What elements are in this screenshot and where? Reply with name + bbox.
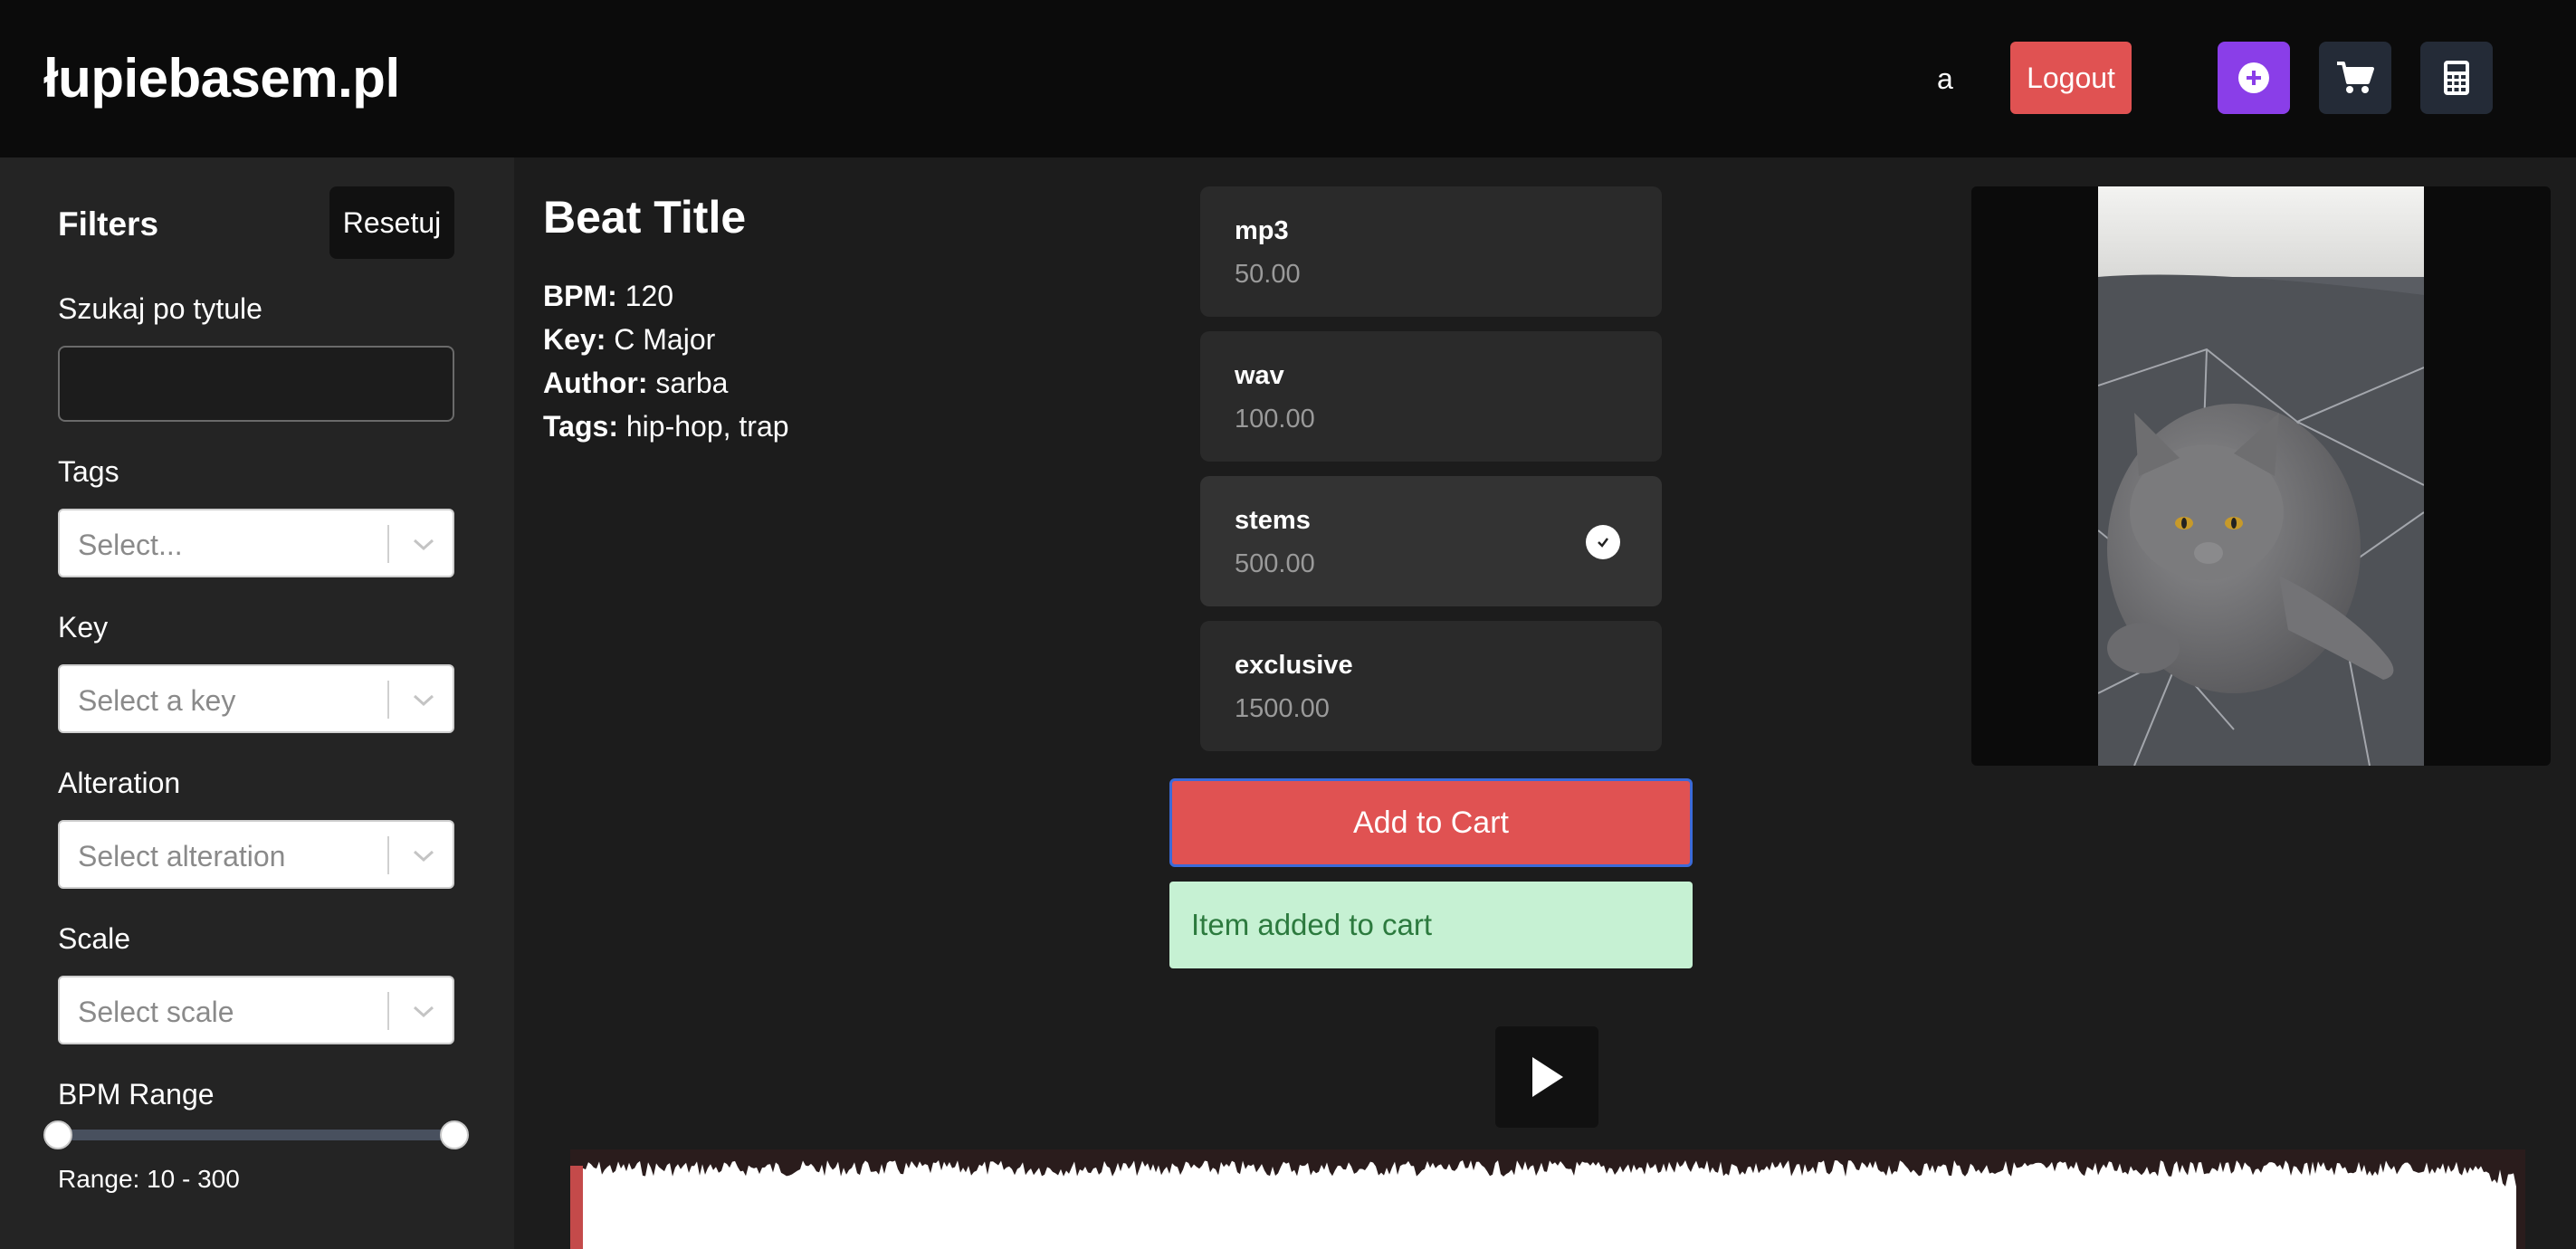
- add-beat-button[interactable]: [2218, 42, 2290, 114]
- beat-cover-image: [2098, 186, 2424, 766]
- add-to-cart-button[interactable]: Add to Cart: [1169, 778, 1693, 867]
- beat-key: Key: C Major: [543, 322, 715, 357]
- scale-select[interactable]: Select scale: [58, 976, 454, 1044]
- license-price: 500.00: [1235, 549, 1315, 578]
- tags-label: Tags:: [543, 410, 618, 443]
- cart-button[interactable]: [2319, 42, 2391, 114]
- bpm-label: BPM:: [543, 280, 617, 312]
- user-name: a: [1937, 62, 1953, 95]
- chevron-down-icon[interactable]: [407, 684, 440, 717]
- bpm-min-handle[interactable]: [43, 1120, 72, 1149]
- search-label: Szukaj po tytule: [58, 292, 262, 325]
- bpm-range-label: BPM Range: [58, 1078, 215, 1111]
- filters-sidebar: Filters Resetuj Szukaj po tytule Tags Se…: [0, 157, 514, 1249]
- reset-filters-button[interactable]: Resetuj: [329, 186, 454, 259]
- key-value: C Major: [614, 323, 716, 356]
- license-price: 1500.00: [1235, 694, 1330, 723]
- key-label: Key: [58, 611, 109, 644]
- author-label: Author:: [543, 367, 648, 399]
- bpm-range-track[interactable]: [58, 1130, 454, 1140]
- scale-select-placeholder: Select scale: [78, 996, 234, 1028]
- bpm-value: 120: [625, 280, 674, 312]
- success-message: Item added to cart: [1169, 882, 1693, 968]
- site-logo[interactable]: łupiebasem.pl: [43, 45, 400, 112]
- scale-label: Scale: [58, 922, 131, 955]
- tags-select[interactable]: Select...: [58, 509, 454, 577]
- check-icon: [1586, 525, 1620, 559]
- license-price: 50.00: [1235, 260, 1301, 289]
- bpm-range-text: Range: 10 - 300: [58, 1165, 240, 1193]
- key-select-placeholder: Select a key: [78, 684, 236, 717]
- top-header: łupiebasem.pl a Logout: [0, 0, 2576, 157]
- chevron-down-icon[interactable]: [407, 996, 440, 1028]
- license-price: 100.00: [1235, 405, 1315, 434]
- tags-select-placeholder: Select...: [78, 529, 183, 561]
- license-option-wav[interactable]: wav 100.00: [1200, 331, 1662, 462]
- license-name: stems: [1235, 506, 1311, 535]
- license-option-stems[interactable]: stems 500.00: [1200, 476, 1662, 606]
- alteration-label: Alteration: [58, 767, 181, 799]
- author-value: sarba: [655, 367, 729, 399]
- key-select[interactable]: Select a key: [58, 664, 454, 733]
- chevron-down-icon[interactable]: [407, 840, 440, 872]
- license-option-mp3[interactable]: mp3 50.00: [1200, 186, 1662, 317]
- key-label: Key:: [543, 323, 606, 356]
- select-separator: [387, 836, 389, 874]
- license-name: wav: [1235, 361, 1284, 390]
- bpm-max-handle[interactable]: [440, 1120, 469, 1149]
- license-option-exclusive[interactable]: exclusive 1500.00: [1200, 621, 1662, 751]
- audio-waveform[interactable]: [570, 1149, 2525, 1249]
- beat-title: Beat Title: [543, 192, 747, 243]
- title-search-input[interactable]: [58, 346, 454, 422]
- alteration-select-placeholder: Select alteration: [78, 840, 286, 872]
- play-icon: [1532, 1057, 1563, 1097]
- tags-label: Tags: [58, 455, 119, 488]
- alteration-select[interactable]: Select alteration: [58, 820, 454, 889]
- calculator-icon: [2444, 61, 2469, 95]
- cart-icon: [2337, 62, 2374, 93]
- license-name: mp3: [1235, 216, 1289, 245]
- select-separator: [387, 992, 389, 1030]
- beat-cover-panel: [1971, 186, 2551, 766]
- filters-title: Filters: [58, 205, 159, 243]
- tags-value: hip-hop, trap: [625, 410, 789, 443]
- beat-bpm: BPM: 120: [543, 279, 673, 313]
- beat-author: Author: sarba: [543, 366, 728, 400]
- logout-button[interactable]: Logout: [2010, 42, 2132, 114]
- license-name: exclusive: [1235, 651, 1353, 680]
- select-separator: [387, 681, 389, 719]
- chevron-down-icon[interactable]: [407, 529, 440, 561]
- plus-circle-icon: [2238, 62, 2269, 93]
- calculator-button[interactable]: [2420, 42, 2493, 114]
- select-separator: [387, 525, 389, 563]
- play-button[interactable]: [1495, 1026, 1598, 1128]
- beat-tags: Tags: hip-hop, trap: [543, 409, 789, 443]
